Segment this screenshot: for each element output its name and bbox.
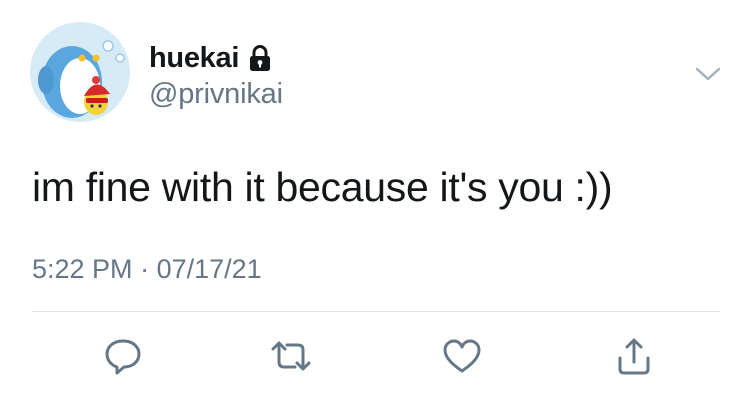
lock-icon — [248, 45, 272, 71]
retweet-icon — [271, 341, 311, 371]
reply-button[interactable] — [101, 334, 145, 378]
tweet-meta: 5:22 PM · 07/17/21 — [32, 254, 262, 285]
penguin-avatar-icon — [30, 22, 130, 122]
action-bar — [0, 334, 750, 375]
chevron-down-icon[interactable] — [694, 64, 722, 84]
divider — [32, 311, 720, 312]
reply-icon — [105, 339, 141, 375]
tweet-time[interactable]: 5:22 PM — [32, 254, 133, 284]
share-icon — [618, 338, 650, 375]
heart-icon — [443, 339, 481, 373]
display-name[interactable]: huekai — [149, 42, 239, 75]
avatar[interactable] — [30, 22, 130, 122]
name-row: huekai — [149, 40, 272, 76]
meta-separator: · — [140, 254, 150, 284]
like-button[interactable] — [440, 334, 484, 378]
user-handle[interactable]: @privnikai — [149, 78, 283, 111]
tweet-text: im fine with it because it's you :)) — [32, 164, 613, 210]
share-button[interactable] — [612, 334, 656, 378]
retweet-button[interactable] — [269, 334, 313, 378]
tweet-date[interactable]: 07/17/21 — [157, 254, 262, 284]
